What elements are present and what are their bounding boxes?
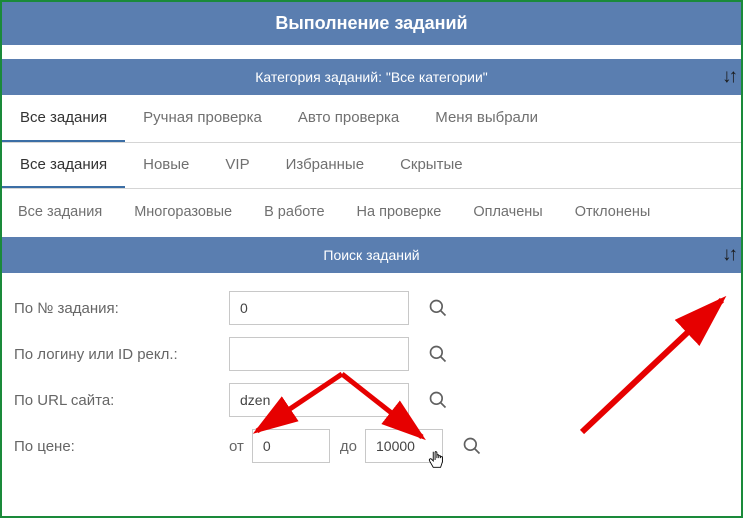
label-to: до <box>340 438 357 455</box>
tab3-paid[interactable]: Оплачены <box>457 189 558 237</box>
category-header-text: Категория заданий: "Все категории" <box>255 69 488 85</box>
search-area: По № задания: По логину или ID рекл.: По… <box>2 273 741 485</box>
label-by-price: По цене: <box>14 438 229 455</box>
tab-auto-check[interactable]: Авто проверка <box>280 95 417 142</box>
category-header: Категория заданий: "Все категории" ↓↑ <box>2 59 741 95</box>
sort-toggle-icon[interactable]: ↓↑ <box>722 244 735 266</box>
tab3-inwork[interactable]: В работе <box>248 189 340 237</box>
search-icon[interactable] <box>427 297 449 319</box>
tabs-row-2: Все задания Новые VIP Избранные Скрытые <box>2 143 741 189</box>
tab3-oncheck[interactable]: На проверке <box>341 189 458 237</box>
label-by-login: По логину или ID рекл.: <box>14 346 229 363</box>
page-title: Выполнение заданий <box>2 2 741 45</box>
tab3-rejected[interactable]: Отклонены <box>559 189 667 237</box>
tab2-fav[interactable]: Избранные <box>268 143 382 188</box>
tab-selected-me[interactable]: Меня выбрали <box>417 95 556 142</box>
label-from: от <box>229 438 244 455</box>
search-icon[interactable] <box>461 435 483 457</box>
input-by-url[interactable] <box>229 383 409 417</box>
input-price-from[interactable] <box>252 429 330 463</box>
sort-toggle-icon[interactable]: ↓↑ <box>722 66 735 88</box>
tab3-multi[interactable]: Многоразовые <box>118 189 248 237</box>
tabs-row-3: Все задания Многоразовые В работе На про… <box>2 189 741 237</box>
search-icon[interactable] <box>427 343 449 365</box>
search-header-text: Поиск заданий <box>323 247 419 263</box>
label-by-url: По URL сайта: <box>14 392 229 409</box>
input-price-to[interactable] <box>365 429 443 463</box>
search-header: Поиск заданий ↓↑ <box>2 237 741 273</box>
input-by-number[interactable] <box>229 291 409 325</box>
tab2-new[interactable]: Новые <box>125 143 207 188</box>
tab2-all[interactable]: Все задания <box>2 143 125 188</box>
tab3-all[interactable]: Все задания <box>2 189 118 237</box>
tab-all-tasks[interactable]: Все задания <box>2 95 125 142</box>
label-by-number: По № задания: <box>14 300 229 317</box>
tab2-hidden[interactable]: Скрытые <box>382 143 481 188</box>
tab2-vip[interactable]: VIP <box>207 143 267 188</box>
input-by-login[interactable] <box>229 337 409 371</box>
tab-manual-check[interactable]: Ручная проверка <box>125 95 280 142</box>
search-icon[interactable] <box>427 389 449 411</box>
tabs-row-1: Все задания Ручная проверка Авто проверк… <box>2 95 741 143</box>
